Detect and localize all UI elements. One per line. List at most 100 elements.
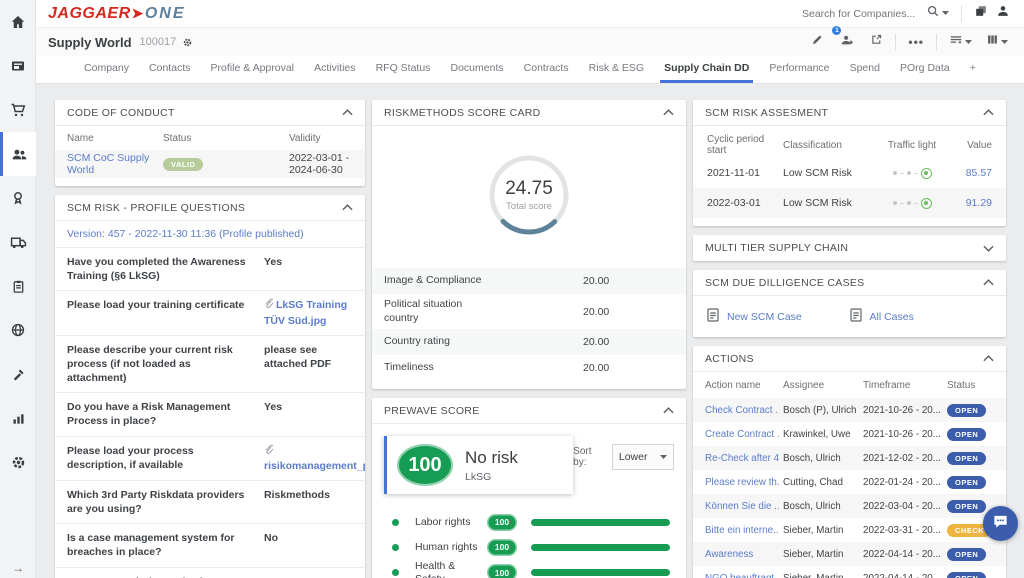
prewave-summary-card: 100 No risk LkSG bbox=[384, 436, 573, 494]
layout-menu-button[interactable] bbox=[945, 31, 976, 54]
category-score-badge: 100 bbox=[487, 564, 517, 578]
sort-select[interactable]: Lower bbox=[612, 444, 674, 470]
card-title: ACTIONS bbox=[705, 353, 754, 365]
chevron-down-icon bbox=[965, 40, 972, 45]
tab-label: Contracts bbox=[524, 62, 569, 74]
sidebar-item-home[interactable] bbox=[0, 0, 36, 44]
sidebar-item-dashboard[interactable] bbox=[0, 44, 36, 88]
case-link[interactable]: New SCM Case bbox=[707, 308, 850, 325]
action-assignee: Bosch (P), Ulrich bbox=[783, 405, 859, 416]
card-title: RISKMETHODS SCORE CARD bbox=[384, 107, 541, 119]
collapse-chevron-icon[interactable] bbox=[342, 204, 353, 211]
search-icon bbox=[926, 4, 940, 23]
tab-label: Risk & ESG bbox=[589, 62, 644, 74]
sidebar-item-global-sourcing[interactable] bbox=[0, 308, 36, 352]
tab[interactable]: Spend bbox=[846, 56, 884, 83]
assessment-value-link[interactable]: 91.29 bbox=[951, 197, 992, 209]
riskmethods-card: RISKMETHODS SCORE CARD 24.75 Total score bbox=[372, 100, 686, 389]
sidebar-item-suppliers[interactable] bbox=[0, 132, 36, 176]
tab[interactable]: RFQ Status bbox=[372, 56, 435, 83]
question-text: Please describe your current risk proces… bbox=[67, 343, 252, 386]
search-input[interactable] bbox=[802, 8, 922, 20]
assessment-value-link[interactable]: 85.57 bbox=[951, 167, 992, 179]
score-value: 20.00 bbox=[583, 336, 674, 348]
chevron-down-icon bbox=[942, 11, 949, 16]
action-name-link[interactable]: Check Contract ... bbox=[705, 405, 779, 416]
tab[interactable]: POrg Data bbox=[896, 56, 954, 83]
question-row: Please load your training certificate Lk… bbox=[55, 291, 365, 335]
column-name: Name bbox=[67, 133, 163, 144]
tab[interactable]: + bbox=[966, 56, 980, 83]
more-options-button[interactable]: ••• bbox=[904, 33, 928, 51]
search-button[interactable] bbox=[922, 2, 953, 25]
tab[interactable]: Activities bbox=[310, 56, 359, 83]
gear-icon bbox=[10, 454, 27, 471]
prewave-scheme: LkSG bbox=[465, 471, 518, 483]
tab-label: + bbox=[970, 62, 976, 74]
award-icon bbox=[10, 190, 26, 206]
open-in-new-icon bbox=[870, 33, 883, 51]
action-name-link[interactable]: Bitte ein interne... bbox=[705, 525, 779, 536]
chat-fab-button[interactable] bbox=[983, 506, 1018, 541]
tab[interactable]: Contracts bbox=[520, 56, 573, 83]
title-gear-button[interactable] bbox=[182, 37, 193, 48]
collapse-chevron-icon[interactable] bbox=[663, 109, 674, 116]
collapse-chevron-icon[interactable] bbox=[983, 355, 994, 362]
action-name-link[interactable]: Please review th... bbox=[705, 477, 779, 488]
tab[interactable]: Performance bbox=[765, 56, 833, 83]
status-badge: OPEN bbox=[947, 476, 986, 489]
expand-chevron-icon[interactable] bbox=[983, 245, 994, 252]
action-assignee: Sieber, Martin bbox=[783, 549, 859, 560]
sidebar-item-analytics[interactable] bbox=[0, 396, 36, 440]
action-name-link[interactable]: Können Sie die ... bbox=[705, 501, 779, 512]
collapse-chevron-icon[interactable] bbox=[342, 109, 353, 116]
sidebar-item-settings[interactable] bbox=[0, 440, 36, 484]
pencil-icon bbox=[811, 33, 824, 51]
case-link[interactable]: All Cases bbox=[850, 308, 993, 325]
columns-view-button[interactable] bbox=[982, 31, 1012, 53]
assign-user-button[interactable]: 1 bbox=[836, 31, 858, 54]
tab[interactable]: Risk & ESG bbox=[585, 56, 648, 83]
column-period: Cyclic period start bbox=[707, 134, 783, 156]
sidebar-item-auctions[interactable] bbox=[0, 352, 36, 396]
document-icon bbox=[850, 308, 870, 325]
dashboard-icon bbox=[10, 58, 26, 74]
classification: Low SCM Risk bbox=[783, 167, 873, 179]
case-link-label: All Cases bbox=[870, 311, 914, 323]
middle-column: RISKMETHODS SCORE CARD 24.75 Total score bbox=[372, 100, 686, 578]
coc-name-link[interactable]: SCM CoC Supply World bbox=[67, 152, 163, 176]
tab[interactable]: Company bbox=[80, 56, 133, 83]
version-link[interactable]: Version: 457 - 2022-11-30 11:36 (Profile… bbox=[67, 228, 304, 240]
action-name-link[interactable]: Awareness bbox=[705, 549, 779, 560]
action-name-link[interactable]: Re-Check after 4... bbox=[705, 453, 779, 464]
profile-button[interactable] bbox=[992, 2, 1014, 25]
action-name-link[interactable]: NGO beauftragt bbox=[705, 573, 779, 578]
tab[interactable]: Contacts bbox=[145, 56, 194, 83]
assessment-row: 2021-11-01 Low SCM Risk 85.57 bbox=[693, 158, 1006, 188]
open-in-new-button[interactable] bbox=[866, 31, 887, 53]
collapse-chevron-icon[interactable] bbox=[663, 407, 674, 414]
expand-sidebar-arrow[interactable]: → bbox=[0, 561, 36, 575]
apps-button[interactable] bbox=[970, 2, 992, 25]
tab-label: POrg Data bbox=[900, 62, 950, 74]
tab[interactable]: Supply Chain DD bbox=[660, 56, 753, 83]
assessment-rows: 2021-11-01 Low SCM Risk 85.57 2022-03-01… bbox=[693, 158, 1006, 218]
column-action-name: Action name bbox=[705, 380, 779, 391]
due-diligence-card: SCM DUE DILLIGENCE CASES New SCM Case Al… bbox=[693, 270, 1006, 337]
sidebar-item-quality[interactable] bbox=[0, 176, 36, 220]
chevron-down-icon bbox=[1001, 40, 1008, 45]
action-name-link[interactable]: Create Contract ... bbox=[705, 429, 779, 440]
collapse-chevron-icon[interactable] bbox=[983, 109, 994, 116]
edit-button[interactable] bbox=[807, 31, 828, 53]
sidebar-item-shopping[interactable] bbox=[0, 88, 36, 132]
tab[interactable]: Profile & Approval bbox=[207, 56, 298, 83]
collapse-chevron-icon[interactable] bbox=[983, 279, 994, 286]
status-badge: VALID bbox=[163, 158, 203, 171]
sidebar-item-logistics[interactable] bbox=[0, 220, 36, 264]
sidebar-item-contracts[interactable] bbox=[0, 264, 36, 308]
coc-validity: 2022-03-01 - 2024-06-30 bbox=[289, 152, 353, 176]
answer-text: No bbox=[264, 532, 278, 544]
cyclic-period: 2021-11-01 bbox=[707, 167, 783, 179]
tab[interactable]: Documents bbox=[447, 56, 508, 83]
question-text: Is a case management system for breaches… bbox=[67, 531, 252, 559]
